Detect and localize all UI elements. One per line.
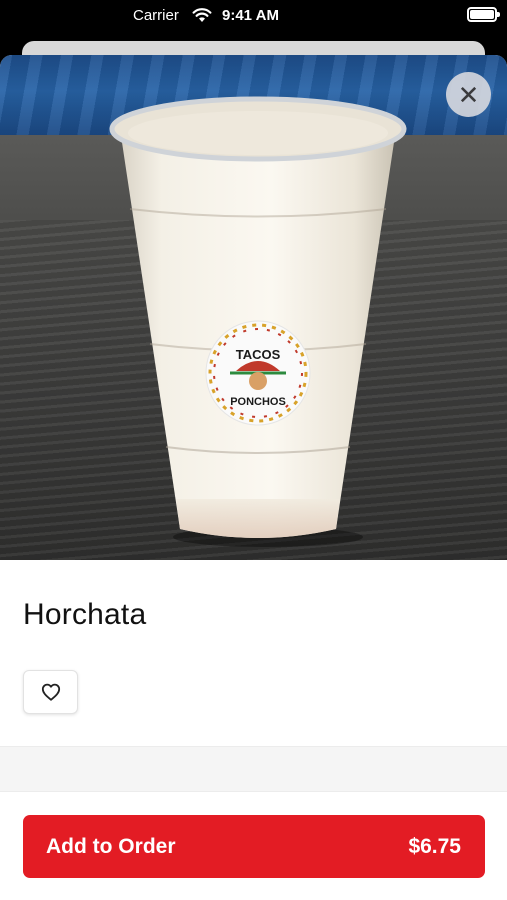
wifi-icon bbox=[192, 8, 212, 22]
section-divider bbox=[0, 746, 507, 792]
item-detail-sheet: TACOS PONCHOS ✕ Horchata Add to Order $6… bbox=[0, 55, 507, 900]
close-button[interactable]: ✕ bbox=[446, 72, 491, 117]
battery-icon bbox=[467, 7, 500, 22]
item-title: Horchata bbox=[23, 598, 147, 631]
status-bar: Carrier 9:41 AM bbox=[0, 0, 507, 32]
carrier-label: Carrier bbox=[133, 7, 179, 24]
close-icon: ✕ bbox=[457, 79, 480, 110]
horchata-cup-image: TACOS PONCHOS bbox=[109, 96, 407, 547]
heart-icon bbox=[41, 683, 60, 701]
sticker-bottom-text: PONCHOS bbox=[230, 396, 286, 408]
sticker-top-text: TACOS bbox=[236, 347, 281, 362]
status-time: 9:41 AM bbox=[222, 7, 279, 24]
screen: Carrier 9:41 AM TACOS PONCHOS ✕ Horchata… bbox=[0, 0, 507, 900]
add-to-order-label: Add to Order bbox=[46, 834, 176, 858]
item-photo: TACOS PONCHOS bbox=[0, 55, 507, 560]
add-to-order-button[interactable]: Add to Order $6.75 bbox=[23, 815, 485, 878]
favorite-button[interactable] bbox=[23, 670, 78, 714]
order-price: $6.75 bbox=[408, 834, 461, 858]
